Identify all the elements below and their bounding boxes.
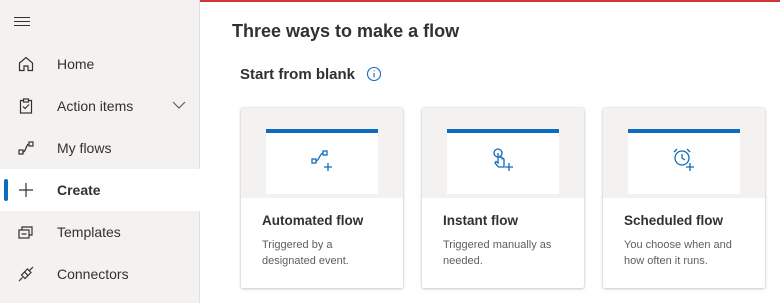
connector-icon — [18, 266, 34, 282]
card-window — [447, 129, 559, 194]
card-window — [628, 129, 740, 194]
plus-icon — [19, 183, 33, 197]
sidebar-item-connectors[interactable]: Connectors — [0, 253, 200, 295]
instant-flow-card[interactable]: Instant flow Triggered manually as neede… — [422, 108, 584, 288]
flow-icon — [18, 141, 34, 155]
card-title: Instant flow — [443, 213, 518, 228]
page-title: Three ways to make a flow — [232, 21, 460, 41]
automated-flow-card[interactable]: Automated flow Triggered by a designated… — [241, 108, 403, 288]
sidebar-item-label: Create — [57, 182, 101, 198]
card-window — [266, 129, 378, 194]
sidebar: Home Action items My flows Create Templa… — [0, 0, 200, 303]
scheduled-flow-card[interactable]: Scheduled flow You choose when and how o… — [603, 108, 765, 288]
section-title: Start from blank — [240, 66, 356, 83]
hamburger-menu-icon[interactable] — [14, 14, 34, 30]
home-icon — [18, 56, 34, 72]
sidebar-item-label: Connectors — [57, 266, 129, 282]
sidebar-item-home[interactable]: Home — [0, 43, 200, 85]
card-title: Automated flow — [262, 213, 364, 228]
templates-icon — [18, 226, 33, 239]
card-illustration — [241, 108, 403, 198]
sidebar-item-label: Action items — [57, 98, 134, 114]
main-content: Three ways to make a flow Start from bla… — [200, 0, 780, 303]
sidebar-item-my-flows[interactable]: My flows — [0, 127, 200, 169]
info-icon[interactable] — [366, 66, 382, 82]
chevron-down-icon[interactable] — [172, 100, 186, 110]
alarm-clock-icon — [673, 148, 694, 171]
card-illustration — [422, 108, 584, 198]
card-illustration — [603, 108, 765, 198]
clipboard-icon — [19, 98, 33, 114]
sidebar-item-action-items[interactable]: Action items — [0, 85, 200, 127]
touch-hand-icon — [493, 148, 513, 171]
sidebar-item-label: Templates — [57, 224, 121, 240]
sidebar-item-label: Home — [57, 56, 95, 72]
sidebar-item-create[interactable]: Create — [0, 169, 200, 211]
automated-flow-icon — [311, 150, 332, 171]
app-root: Home Action items My flows Create Templa… — [0, 0, 780, 303]
sidebar-item-label: My flows — [57, 140, 112, 156]
card-description: Triggered by a designated event. — [262, 239, 349, 267]
active-indicator — [4, 179, 8, 201]
card-description: Triggered manually as needed. — [443, 239, 552, 267]
card-description: You choose when and how often it runs. — [624, 239, 732, 267]
sidebar-item-templates[interactable]: Templates — [0, 211, 200, 253]
card-title: Scheduled flow — [624, 213, 724, 228]
